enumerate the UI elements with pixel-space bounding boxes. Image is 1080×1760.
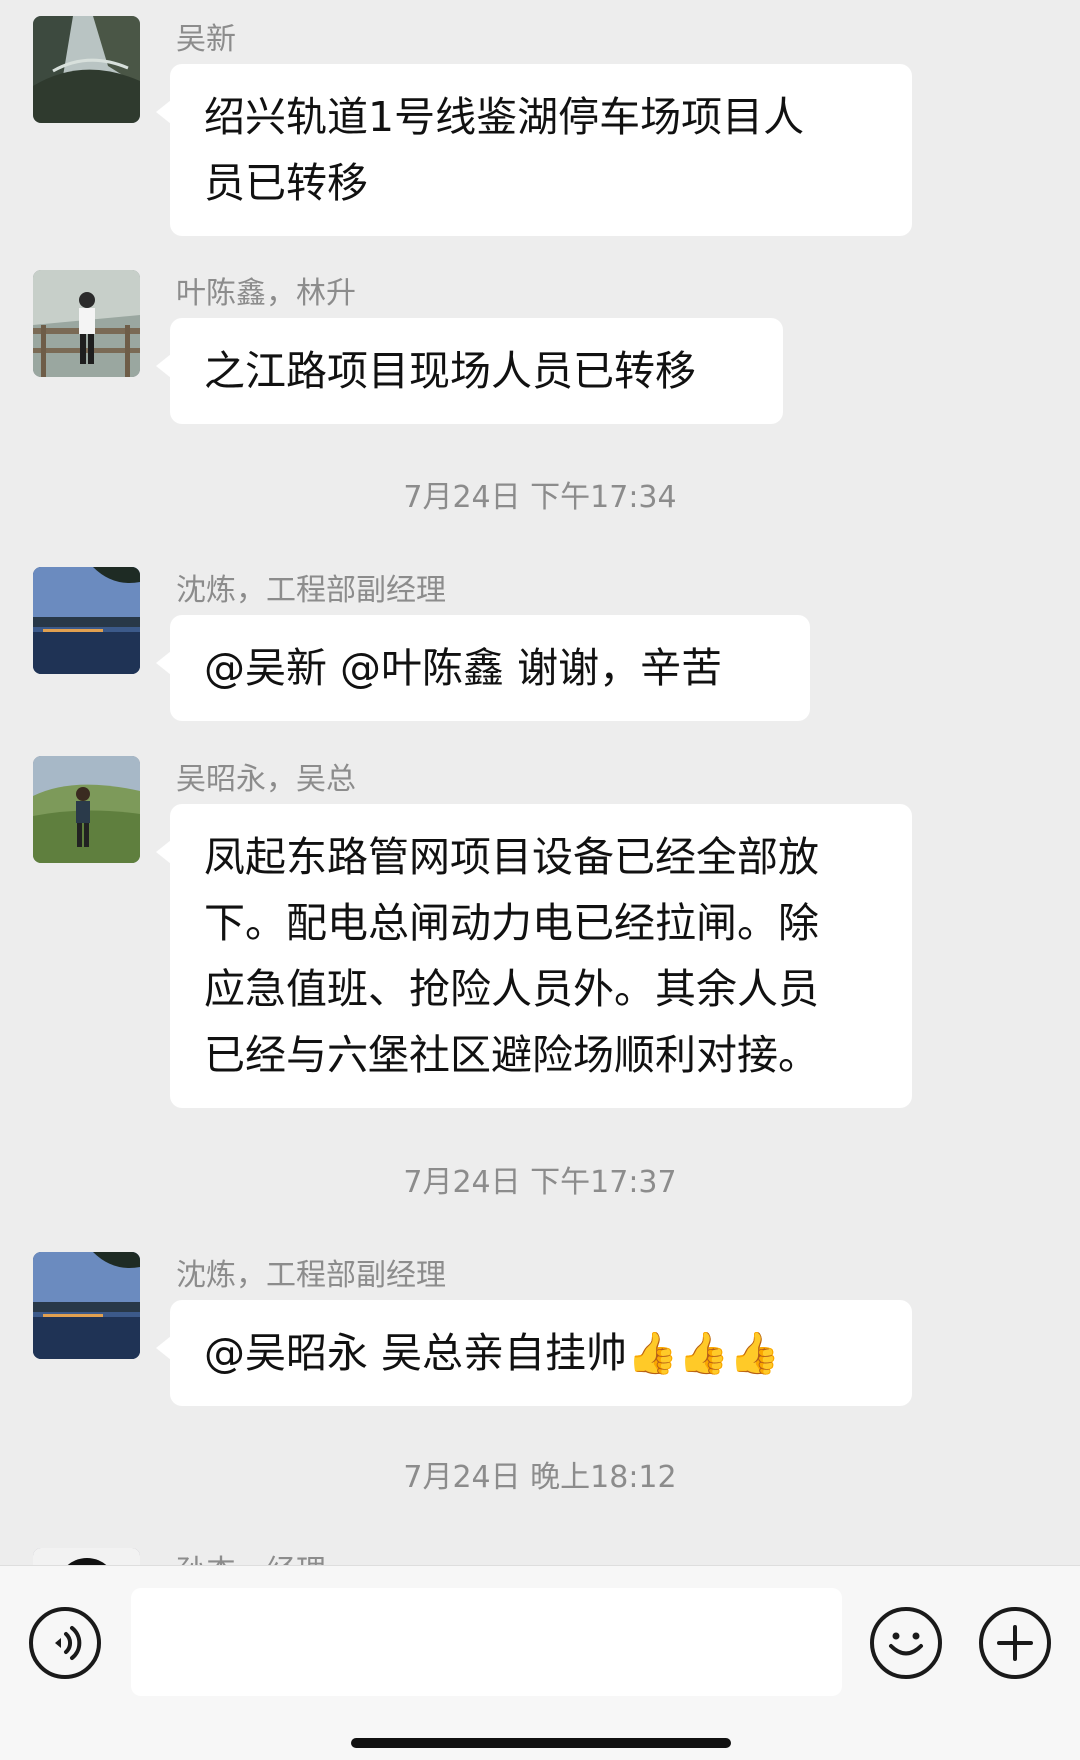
avatar[interactable] (33, 567, 140, 674)
emoji-button[interactable] (870, 1607, 942, 1679)
avatar-image (33, 756, 140, 863)
message-text-line: 之江路项目现场人员已转移 (204, 347, 696, 395)
avatar-image (33, 1252, 140, 1359)
thumbs-up-icon: 👍👍👍 (627, 1329, 781, 1377)
emoji-icon (889, 1632, 923, 1656)
timestamp: 7月24日 下午17:34 (403, 480, 677, 515)
message-text-line: 下。配电总闸动力电已经拉闸。除 (204, 899, 819, 947)
message-text: @吴昭永 吴总亲自挂帅 (204, 1329, 628, 1377)
message-bubble[interactable]: 绍兴轨道1号线鉴湖停车场项目人 员已转移 (156, 64, 912, 236)
message-bubble[interactable]: @吴昭永 吴总亲自挂帅👍👍👍 (156, 1300, 912, 1406)
sender-name: 吴昭永，吴总 (176, 762, 356, 797)
timestamp: 7月24日 下午17:37 (403, 1165, 677, 1200)
avatar-image (33, 567, 140, 674)
avatar[interactable] (33, 756, 140, 863)
avatar[interactable] (33, 1252, 140, 1359)
avatar-image (33, 1548, 140, 1565)
sender-name: 沈炼，工程部副经理 (176, 573, 446, 608)
more-button[interactable] (979, 1607, 1051, 1679)
message-input[interactable] (131, 1588, 842, 1696)
avatar[interactable] (33, 16, 140, 123)
message-text-line: 凤起东路管网项目设备已经全部放 (204, 833, 819, 881)
sender-name: 孙杰，经理 (176, 1554, 326, 1565)
message-bubble[interactable]: @吴新 @叶陈鑫 谢谢，辛苦 (156, 615, 810, 721)
sender-name: 叶陈鑫，林升 (176, 276, 356, 311)
message-bubble[interactable]: 之江路项目现场人员已转移 (156, 318, 783, 424)
message-text-line: @吴新 @叶陈鑫 谢谢，辛苦 (204, 644, 723, 692)
message-text-line: 绍兴轨道1号线鉴湖停车场项目人 (204, 93, 805, 141)
message-text-line: 应急值班、抢险人员外。其余人员 (204, 965, 819, 1013)
message-text-line: 已经与六堡社区避险场顺利对接。 (204, 1031, 819, 1079)
sender-name: 吴新 (176, 22, 236, 57)
avatar[interactable] (33, 270, 140, 377)
sender-name: 沈炼，工程部副经理 (176, 1258, 446, 1293)
message-text-line: 员已转移 (204, 159, 368, 207)
voice-button[interactable] (29, 1607, 101, 1679)
avatar-image (33, 16, 140, 123)
timestamp: 7月24日 晚上18:12 (403, 1460, 677, 1495)
message-bubble[interactable]: 凤起东路管网项目设备已经全部放 下。配电总闸动力电已经拉闸。除 应急值班、抢险人… (156, 804, 912, 1108)
voice-icon (55, 1626, 82, 1660)
message-text-line: @吴昭永 吴总亲自挂帅👍👍👍 (204, 1320, 878, 1386)
input-bar (0, 1565, 1080, 1760)
plus-icon (997, 1625, 1033, 1661)
avatar[interactable] (33, 1548, 140, 1565)
home-indicator (351, 1738, 731, 1748)
chat-history[interactable]: 吴新 绍兴轨道1号线鉴湖停车场项目人 员已转移 叶陈鑫，林升 之江路项目现场人员… (0, 0, 1080, 1565)
avatar-image (33, 270, 140, 377)
